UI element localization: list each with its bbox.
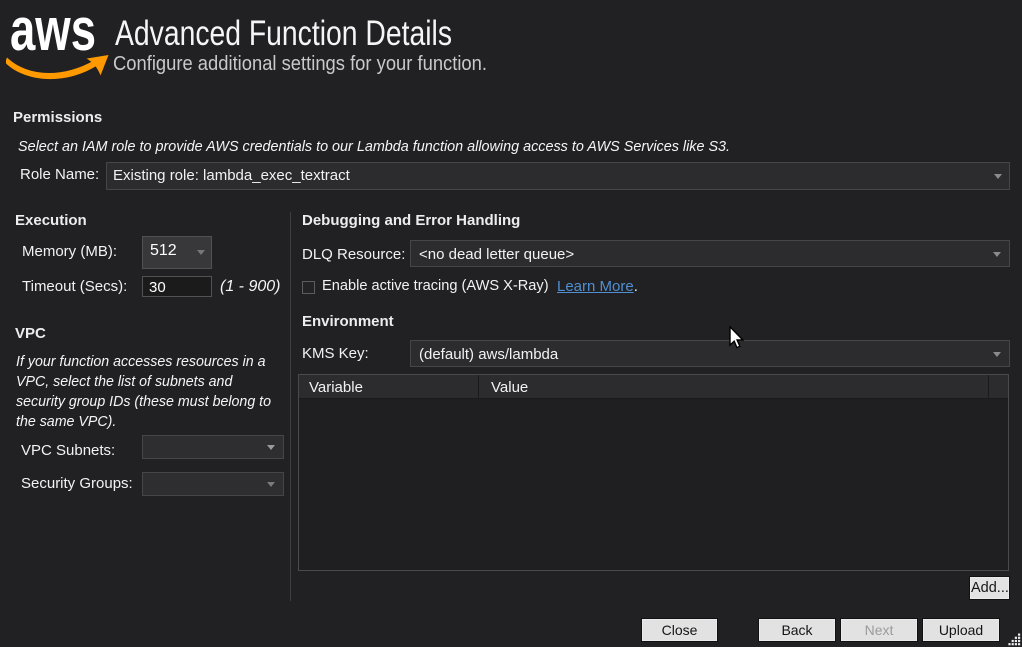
svg-text:aws: aws — [10, 12, 96, 63]
